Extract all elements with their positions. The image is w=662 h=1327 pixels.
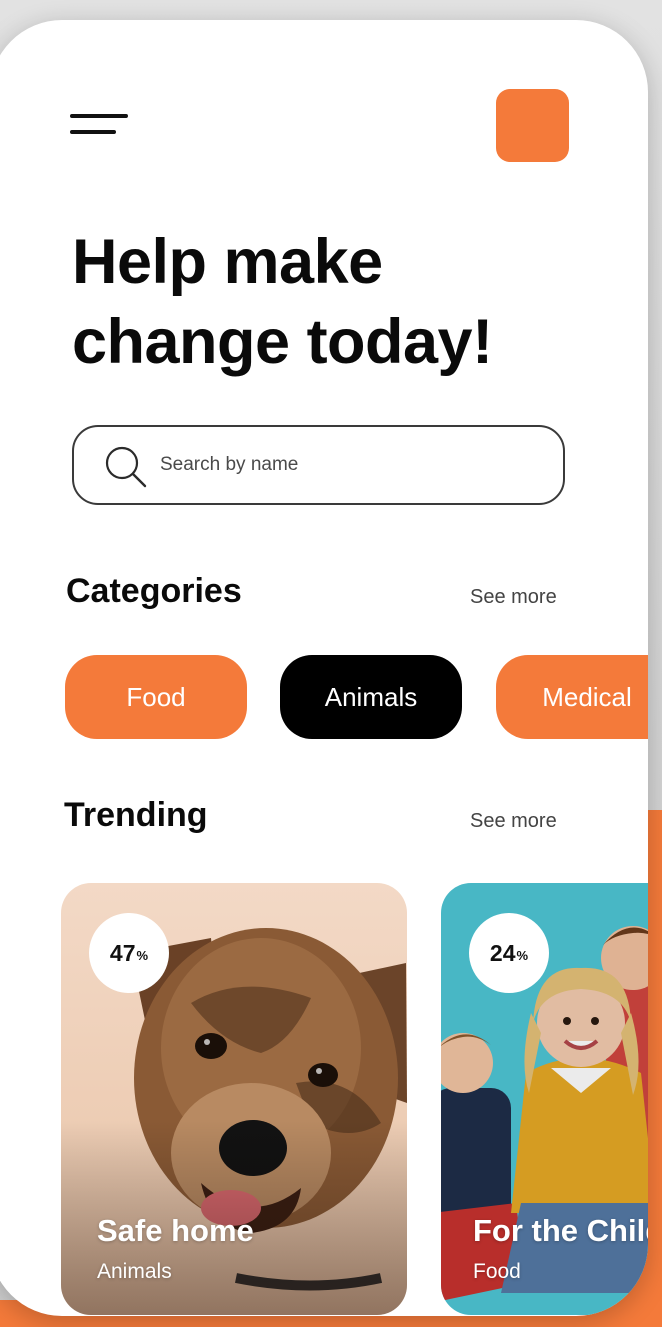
- trending-title: Trending: [64, 796, 208, 834]
- percent-sign: %: [516, 948, 529, 963]
- progress-badge: 24%: [469, 913, 549, 993]
- progress-value: 24: [489, 939, 516, 966]
- category-chip-medical[interactable]: Medical: [496, 655, 648, 739]
- search-input[interactable]: [160, 445, 540, 485]
- chip-label: Animals: [324, 681, 418, 712]
- trending-see-more-link[interactable]: See more: [470, 810, 557, 833]
- card-title: Safe home: [97, 1213, 254, 1248]
- search-bar[interactable]: [72, 425, 565, 505]
- trending-card-safe-home[interactable]: 47% Safe home Animals: [61, 883, 407, 1315]
- progress-value: 47: [109, 939, 136, 966]
- trending-card-for-the-children[interactable]: 24% For the Children Food: [441, 883, 648, 1315]
- card-title: For the Children: [473, 1213, 648, 1248]
- search-icon: [105, 446, 147, 488]
- card-category: Food: [473, 1260, 521, 1283]
- categories-see-more-link[interactable]: See more: [470, 586, 557, 609]
- category-chip-food[interactable]: Food: [65, 655, 247, 739]
- categories-title: Categories: [66, 572, 242, 610]
- progress-badge: 47%: [89, 913, 169, 993]
- card-category: Animals: [97, 1260, 172, 1283]
- profile-button[interactable]: [496, 89, 569, 162]
- chip-label: Food: [126, 681, 186, 712]
- page-title: Help make change today!: [72, 227, 493, 377]
- phone-screen: Help make change today! Categories See m…: [0, 20, 648, 1316]
- percent-sign: %: [136, 948, 149, 963]
- chip-label: Medical: [542, 681, 632, 712]
- stage: Help make change today! Categories See m…: [0, 0, 662, 1327]
- hamburger-menu-icon[interactable]: [70, 112, 130, 136]
- category-chip-animals[interactable]: Animals: [280, 655, 462, 739]
